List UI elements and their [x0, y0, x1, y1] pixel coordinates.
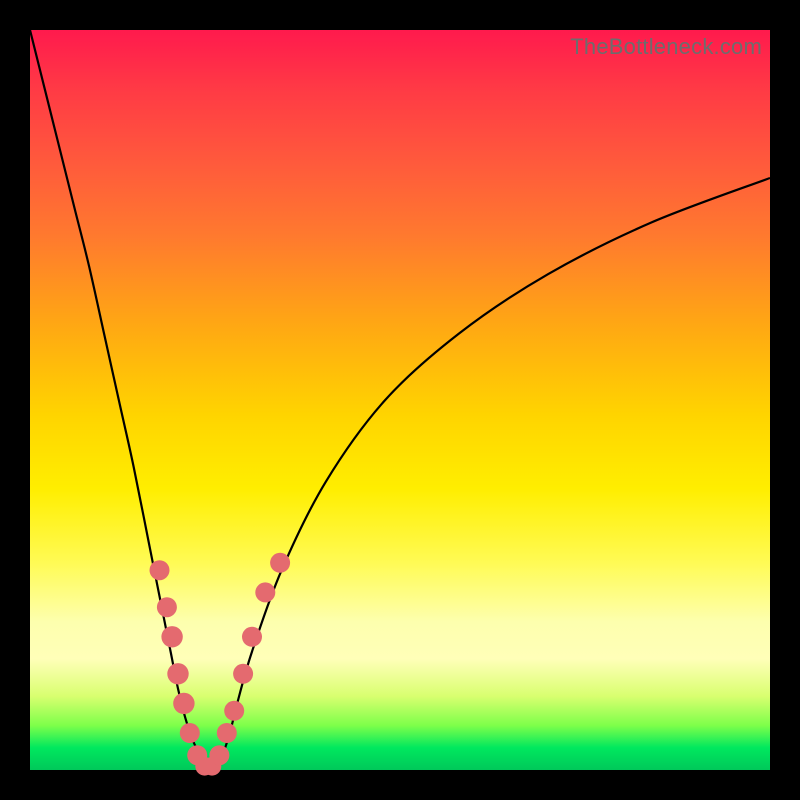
- curve-marker: [233, 664, 253, 684]
- curve-marker: [255, 582, 275, 602]
- chart-frame: TheBottleneck.com: [0, 0, 800, 800]
- curve-marker: [217, 723, 237, 743]
- curve-marker: [242, 627, 262, 647]
- curve-marker: [180, 723, 200, 743]
- curve-marker: [167, 663, 188, 684]
- curve-marker: [161, 626, 182, 647]
- curve-marker: [157, 597, 177, 617]
- curve-marker: [270, 553, 290, 573]
- marker-group: [150, 553, 291, 776]
- curve-marker: [209, 745, 229, 765]
- bottleneck-curve: [30, 30, 770, 772]
- curve-marker: [224, 701, 244, 721]
- curve-marker: [150, 560, 170, 580]
- curve-svg: [30, 30, 770, 770]
- plot-area: TheBottleneck.com: [30, 30, 770, 770]
- curve-marker: [173, 693, 194, 714]
